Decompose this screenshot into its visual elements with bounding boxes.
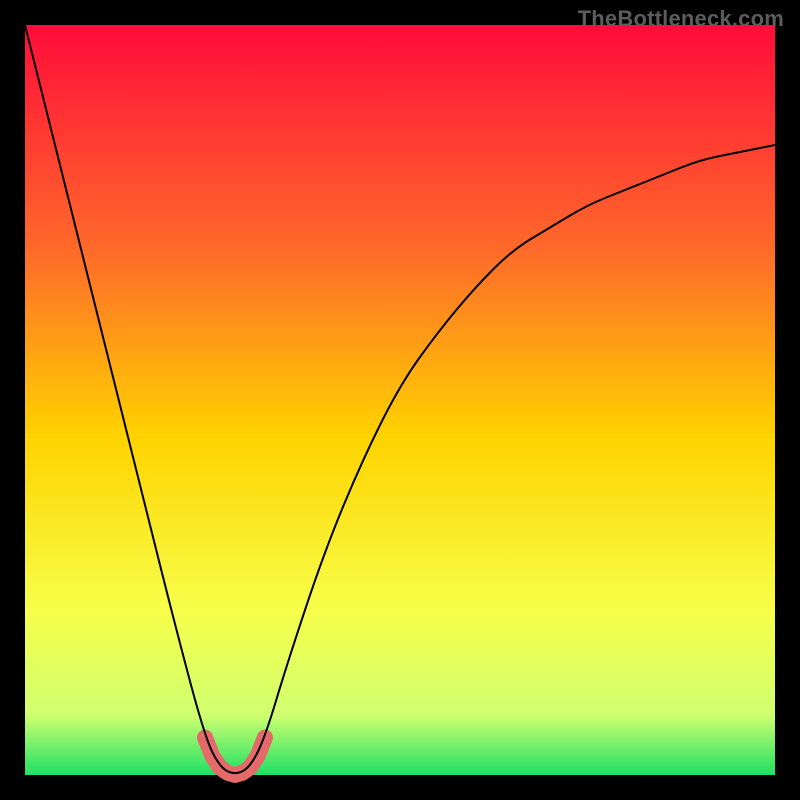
plot-background bbox=[25, 25, 775, 775]
watermark-text: TheBottleneck.com bbox=[578, 6, 784, 32]
bottleneck-chart bbox=[0, 0, 800, 800]
chart-container: TheBottleneck.com bbox=[0, 0, 800, 800]
